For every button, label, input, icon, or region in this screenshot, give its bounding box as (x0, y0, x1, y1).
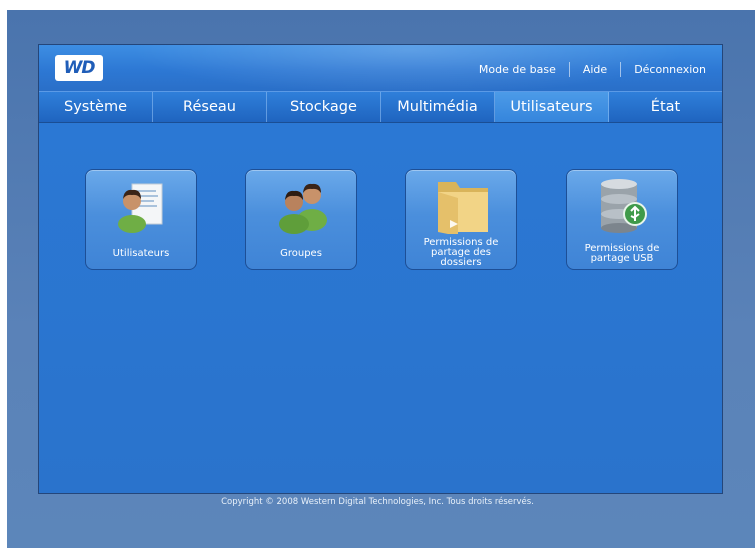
folder-icon (438, 182, 488, 234)
groups-tile[interactable]: Groupes (245, 169, 357, 270)
app-window: WD Mode de base Aide Déconnexion Système… (38, 44, 723, 494)
folder-permissions-tile-label: Permissions de partage des dossiers (423, 237, 499, 268)
usb-permissions-tile-label: Permissions de partage USB (584, 243, 660, 264)
basic-mode-link[interactable]: Mode de base (479, 63, 556, 76)
copyright-footer: Copyright © 2008 Western Digital Technol… (221, 497, 534, 507)
folder-permissions-tile[interactable]: Permissions de partage des dossiers (405, 169, 517, 270)
tab-status[interactable]: État (609, 92, 722, 122)
link-divider (568, 62, 570, 77)
group-users-icon (279, 183, 327, 234)
wd-logo[interactable]: WD (55, 55, 103, 81)
groups-tile-label: Groupes (280, 248, 322, 259)
content-panel: Utilisateurs Groupes Permissions de part… (39, 123, 722, 493)
usb-database-icon (601, 179, 647, 233)
users-tile[interactable]: Utilisateurs (85, 169, 197, 270)
main-tab-bar: Système Réseau Stockage Multimédia Utili… (39, 91, 722, 123)
user-document-icon (118, 183, 163, 233)
users-tile-label: Utilisateurs (112, 248, 170, 259)
top-links: Mode de base Aide Déconnexion (479, 62, 706, 77)
usb-permissions-tile[interactable]: Permissions de partage USB (566, 169, 678, 270)
logout-link[interactable]: Déconnexion (634, 63, 706, 76)
tab-network[interactable]: Réseau (153, 92, 267, 122)
tab-system[interactable]: Système (39, 92, 153, 122)
header-bar: WD Mode de base Aide Déconnexion (39, 45, 722, 91)
tab-multimedia[interactable]: Multimédia (381, 92, 495, 122)
tab-users[interactable]: Utilisateurs (495, 92, 609, 122)
tab-storage[interactable]: Stockage (267, 92, 381, 122)
wd-logo-text: WD (63, 58, 96, 78)
link-divider (620, 62, 622, 77)
help-link[interactable]: Aide (583, 63, 607, 76)
